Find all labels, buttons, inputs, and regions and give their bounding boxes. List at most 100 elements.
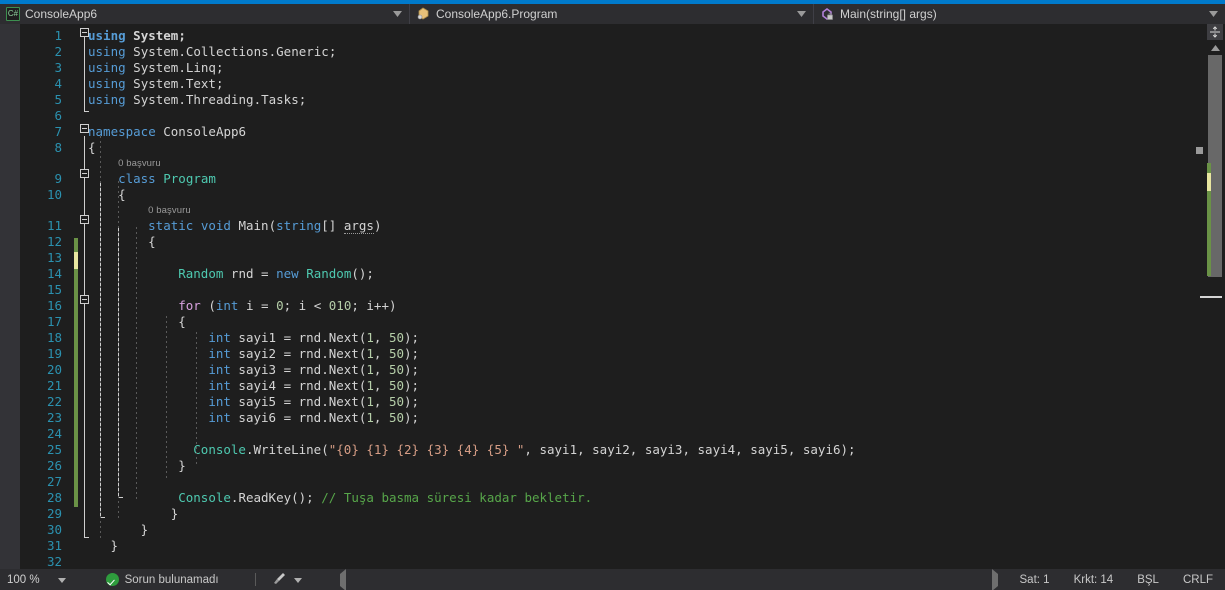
code-line: 12 { bbox=[0, 234, 1193, 250]
code-line: 26} bbox=[0, 458, 1193, 474]
code-token: sayi5 = rnd.Next( bbox=[230, 394, 367, 409]
line-ending[interactable]: CRLF bbox=[1183, 574, 1213, 586]
scrollbar-change-green bbox=[1207, 191, 1211, 276]
code-line: 19 int sayi2 = rnd.Next(1, 50); bbox=[0, 346, 1193, 362]
chevron-down-icon[interactable] bbox=[57, 574, 66, 586]
split-view-icon[interactable] bbox=[1207, 24, 1223, 40]
insert-mode[interactable]: BŞL bbox=[1137, 574, 1159, 586]
chevron-down-icon[interactable] bbox=[1209, 4, 1218, 24]
line-number: 25 bbox=[46, 442, 62, 457]
code-token: void bbox=[200, 218, 231, 233]
codelens-row[interactable]: 0 başvuru bbox=[0, 156, 1193, 171]
code-token: System bbox=[133, 28, 179, 43]
type-dropdown[interactable]: ConsoleApp6.Program bbox=[410, 4, 814, 24]
chevron-down-icon[interactable] bbox=[393, 4, 402, 24]
code-line: 10 { bbox=[0, 187, 1193, 203]
status-bar: 100 % Sorun bulunamadı Sat: 1 Krkt: 14 B… bbox=[0, 568, 1225, 590]
code-token: using bbox=[88, 92, 126, 107]
line-number: 32 bbox=[46, 554, 62, 569]
chevron-down-icon[interactable] bbox=[797, 4, 806, 24]
codelens-row[interactable]: 0 başvuru bbox=[0, 203, 1193, 218]
scrollbar-change-pending bbox=[1207, 173, 1211, 191]
fold-toggle-class[interactable] bbox=[80, 169, 89, 178]
code-line-text: { bbox=[178, 314, 186, 330]
code-token: "{0} {1} {2} {3} {4} {5} " bbox=[328, 442, 525, 457]
code-token: ConsoleApp6 bbox=[155, 124, 247, 139]
project-dropdown[interactable]: C# ConsoleApp6 bbox=[0, 4, 410, 24]
code-token: Main bbox=[238, 218, 269, 233]
code-token: args bbox=[343, 218, 374, 234]
code-token: { bbox=[118, 187, 126, 202]
vertical-scrollbar[interactable] bbox=[1193, 24, 1225, 569]
code-token: Console bbox=[178, 490, 231, 505]
brush-control[interactable] bbox=[272, 572, 302, 588]
code-line-text: } bbox=[178, 458, 186, 474]
csharp-project-icon: C# bbox=[6, 7, 20, 21]
codelens-reference-count[interactable]: 0 başvuru bbox=[118, 156, 161, 171]
code-token: 1 bbox=[366, 394, 374, 409]
codelens-reference-count[interactable]: 0 başvuru bbox=[148, 203, 191, 218]
code-token: int bbox=[208, 410, 231, 425]
code-line: 14 Random rnd = new Random(); bbox=[0, 266, 1193, 282]
method-icon bbox=[820, 7, 835, 21]
chevron-down-icon[interactable] bbox=[293, 574, 302, 586]
code-token: System.Threading.Tasks; bbox=[125, 92, 307, 107]
line-number: 22 bbox=[46, 394, 62, 409]
fold-toggle-method[interactable] bbox=[80, 215, 89, 224]
code-token: int bbox=[208, 346, 231, 361]
code-token: } bbox=[140, 522, 149, 537]
code-line-text: using System.Threading.Tasks; bbox=[88, 92, 306, 108]
line-number: 10 bbox=[46, 187, 62, 202]
triangle-right-icon[interactable] bbox=[991, 568, 998, 590]
code-line: 17 { bbox=[0, 314, 1193, 330]
code-token: Program bbox=[163, 171, 216, 186]
code-token: new bbox=[276, 266, 299, 281]
fold-toggle-usings[interactable] bbox=[80, 28, 89, 37]
code-token: , bbox=[373, 330, 389, 345]
line-number: 1 bbox=[54, 28, 62, 43]
indent-guide bbox=[100, 136, 101, 540]
triangle-left-icon[interactable] bbox=[339, 568, 346, 590]
code-line-text: int sayi2 = rnd.Next(1, 50); bbox=[208, 346, 419, 362]
brush-icon[interactable] bbox=[272, 572, 286, 588]
chevron-up-icon[interactable] bbox=[1208, 42, 1222, 54]
fold-toggle-namespace[interactable] bbox=[80, 124, 89, 133]
code-token: .ReadKey(); bbox=[230, 490, 314, 505]
code-token: ); bbox=[404, 410, 420, 425]
code-token: using bbox=[88, 44, 126, 59]
code-token: namespace bbox=[88, 124, 156, 139]
line-number: 13 bbox=[46, 250, 62, 265]
code-token: { bbox=[178, 314, 186, 329]
line-number: 5 bbox=[54, 92, 62, 107]
fold-toggle-for[interactable] bbox=[80, 295, 89, 304]
code-line-text: int sayi5 = rnd.Next(1, 50); bbox=[208, 394, 419, 410]
code-line: 24 bbox=[0, 426, 1193, 442]
code-token: [] bbox=[321, 218, 344, 233]
code-line: 8{ bbox=[0, 140, 1193, 156]
line-number: 11 bbox=[46, 218, 62, 233]
code-token: } bbox=[110, 538, 119, 553]
code-line: 18 int sayi1 = rnd.Next(1, 50); bbox=[0, 330, 1193, 346]
code-token: ; i < bbox=[283, 298, 329, 313]
code-line: 22 int sayi5 = rnd.Next(1, 50); bbox=[0, 394, 1193, 410]
code-line: 31} bbox=[0, 538, 1193, 554]
member-dropdown[interactable]: Main(string[] args) bbox=[814, 4, 1225, 24]
code-token: ( bbox=[200, 298, 216, 313]
code-token: .WriteLine( bbox=[245, 442, 329, 457]
scrollbar-caret-line bbox=[1200, 296, 1222, 298]
code-token: , bbox=[373, 346, 389, 361]
code-line: 29} bbox=[0, 506, 1193, 522]
code-text-area[interactable]: 1 using System; 2 using System.Collections.… bbox=[0, 24, 1193, 569]
success-check-icon bbox=[105, 573, 119, 586]
code-token: for bbox=[178, 298, 201, 313]
line-number: 15 bbox=[46, 282, 62, 297]
issues-status[interactable]: Sorun bulunamadı bbox=[105, 573, 219, 586]
code-line: 32 bbox=[0, 554, 1193, 569]
code-token: , sayi1, sayi2, sayi3, sayi4, sayi5, say… bbox=[524, 442, 856, 457]
code-token: int bbox=[208, 394, 231, 409]
code-token: 1 bbox=[366, 378, 374, 393]
zoom-control[interactable]: 100 % bbox=[7, 574, 66, 586]
code-editor[interactable]: 1 using System; 2 using System.Collections.… bbox=[0, 24, 1225, 569]
code-token: i = bbox=[238, 298, 277, 313]
code-line: 13 bbox=[0, 250, 1193, 266]
